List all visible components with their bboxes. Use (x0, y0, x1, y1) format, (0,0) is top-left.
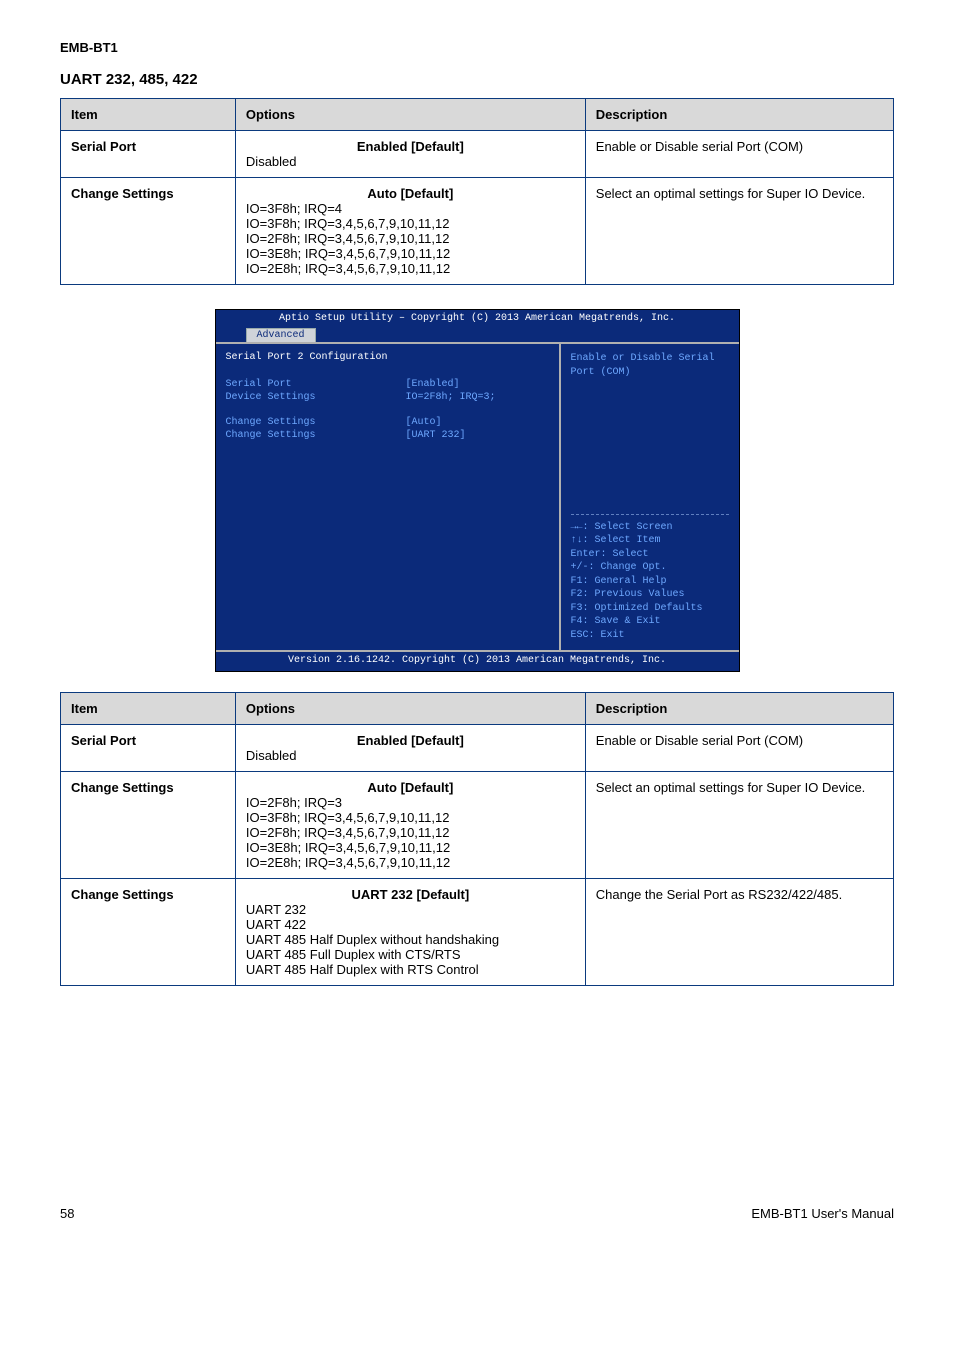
bios-active-tab[interactable]: Advanced (246, 328, 316, 342)
option-line: Disabled (246, 154, 575, 169)
bios-field-label: Change Settings (226, 417, 406, 428)
option-line: IO=2E8h; IRQ=3,4,5,6,7,9,10,11,12 (246, 855, 575, 870)
option-default: Enabled [Default] (246, 733, 575, 748)
row-desc: Select an optimal settings for Super IO … (585, 772, 893, 879)
table-row: Change Settings Auto [Default] IO=3F8h; … (61, 178, 894, 285)
option-line: IO=2F8h; IRQ=3 (246, 795, 575, 810)
option-line: IO=2F8h; IRQ=3,4,5,6,7,9,10,11,12 (246, 231, 575, 246)
bios-field-value[interactable]: [Enabled] (406, 379, 460, 390)
bios-field-label: Change Settings (226, 430, 406, 441)
row-item: Serial Port (61, 131, 236, 178)
table-row: Change Settings Auto [Default] IO=2F8h; … (61, 772, 894, 879)
row-options: UART 232 [Default] UART 232 UART 422 UAR… (235, 879, 585, 986)
option-line: IO=3E8h; IRQ=3,4,5,6,7,9,10,11,12 (246, 840, 575, 855)
option-line: UART 485 Half Duplex with RTS Control (246, 962, 575, 977)
option-line: IO=3E8h; IRQ=3,4,5,6,7,9,10,11,12 (246, 246, 575, 261)
bios-field-value: IO=2F8h; IRQ=3; (406, 392, 496, 403)
bios-help-text: Enable or Disable Serial Port (COM) (571, 352, 729, 379)
options-table-1: Item Options Description Serial Port Ena… (60, 98, 894, 285)
divider (571, 514, 729, 515)
row-desc: Select an optimal settings for Super IO … (585, 178, 893, 285)
bios-field-label: Serial Port (226, 379, 406, 390)
option-line: IO=3F8h; IRQ=3,4,5,6,7,9,10,11,12 (246, 810, 575, 825)
bios-field-label: Device Settings (226, 392, 406, 403)
row-options: Auto [Default] IO=2F8h; IRQ=3 IO=3F8h; I… (235, 772, 585, 879)
row-desc: Change the Serial Port as RS232/422/485. (585, 879, 893, 986)
bios-keyhint: F3: Optimized Defaults (571, 602, 729, 616)
bios-left-panel: Serial Port 2 Configuration Serial Port … (216, 344, 561, 650)
option-line: UART 485 Full Duplex with CTS/RTS (246, 947, 575, 962)
col-options: Options (235, 693, 585, 725)
bios-keyhint: F2: Previous Values (571, 588, 729, 602)
option-line: UART 232 (246, 902, 575, 917)
row-desc: Enable or Disable serial Port (COM) (585, 725, 893, 772)
doc-title: EMB-BT1 (60, 40, 118, 55)
row-item: Change Settings (61, 178, 236, 285)
bios-section-title: Serial Port 2 Configuration (226, 352, 549, 363)
row-options: Auto [Default] IO=3F8h; IRQ=4 IO=3F8h; I… (235, 178, 585, 285)
bios-version: Version 2.16.1242. Copyright (C) 2013 Am… (216, 652, 739, 671)
option-line: IO=2F8h; IRQ=3,4,5,6,7,9,10,11,12 (246, 825, 575, 840)
footer-manual-name: EMB-BT1 User's Manual (751, 1206, 894, 1221)
bios-keyhint: ESC: Exit (571, 629, 729, 643)
row-item: Change Settings (61, 772, 236, 879)
col-options: Options (235, 99, 585, 131)
bios-keyhint: +/-: Change Opt. (571, 561, 729, 575)
row-item: Change Settings (61, 879, 236, 986)
option-default: Enabled [Default] (246, 139, 575, 154)
bios-keyhint: F4: Save & Exit (571, 615, 729, 629)
table-row: Serial Port Enabled [Default] Disabled E… (61, 131, 894, 178)
option-default: Auto [Default] (246, 780, 575, 795)
bios-screenshot: Aptio Setup Utility – Copyright (C) 2013… (215, 309, 740, 672)
options-table-2: Item Options Description Serial Port Ena… (60, 692, 894, 986)
section-heading: UART 232, 485, 422 (60, 71, 894, 88)
page-number-bottom: 58 (60, 1206, 74, 1221)
bios-help-panel: Enable or Disable Serial Port (COM) →←: … (561, 344, 739, 650)
bios-field-value[interactable]: [Auto] (406, 417, 442, 428)
bios-title: Aptio Setup Utility – Copyright (C) 2013… (216, 313, 739, 324)
bios-keyhint: F1: General Help (571, 575, 729, 589)
bios-keyhint: Enter: Select (571, 548, 729, 562)
bios-keyhint: →←: Select Screen (571, 521, 729, 535)
option-default: Auto [Default] (246, 186, 575, 201)
page-header: EMB-BT1 (60, 40, 894, 55)
row-options: Enabled [Default] Disabled (235, 725, 585, 772)
table-row: Change Settings UART 232 [Default] UART … (61, 879, 894, 986)
option-line: Disabled (246, 748, 575, 763)
bios-keyhint: ↑↓: Select Item (571, 534, 729, 548)
col-item: Item (61, 99, 236, 131)
page-footer: 58 EMB-BT1 User's Manual (60, 1206, 894, 1221)
option-line: UART 485 Half Duplex without handshaking (246, 932, 575, 947)
option-line: IO=3F8h; IRQ=4 (246, 201, 575, 216)
col-item: Item (61, 693, 236, 725)
option-default: UART 232 [Default] (246, 887, 575, 902)
table-row: Serial Port Enabled [Default] Disabled E… (61, 725, 894, 772)
option-line: IO=2E8h; IRQ=3,4,5,6,7,9,10,11,12 (246, 261, 575, 276)
col-description: Description (585, 99, 893, 131)
col-description: Description (585, 693, 893, 725)
row-item: Serial Port (61, 725, 236, 772)
option-line: IO=3F8h; IRQ=3,4,5,6,7,9,10,11,12 (246, 216, 575, 231)
row-options: Enabled [Default] Disabled (235, 131, 585, 178)
bios-field-value[interactable]: [UART 232] (406, 430, 466, 441)
option-line: UART 422 (246, 917, 575, 932)
row-desc: Enable or Disable serial Port (COM) (585, 131, 893, 178)
